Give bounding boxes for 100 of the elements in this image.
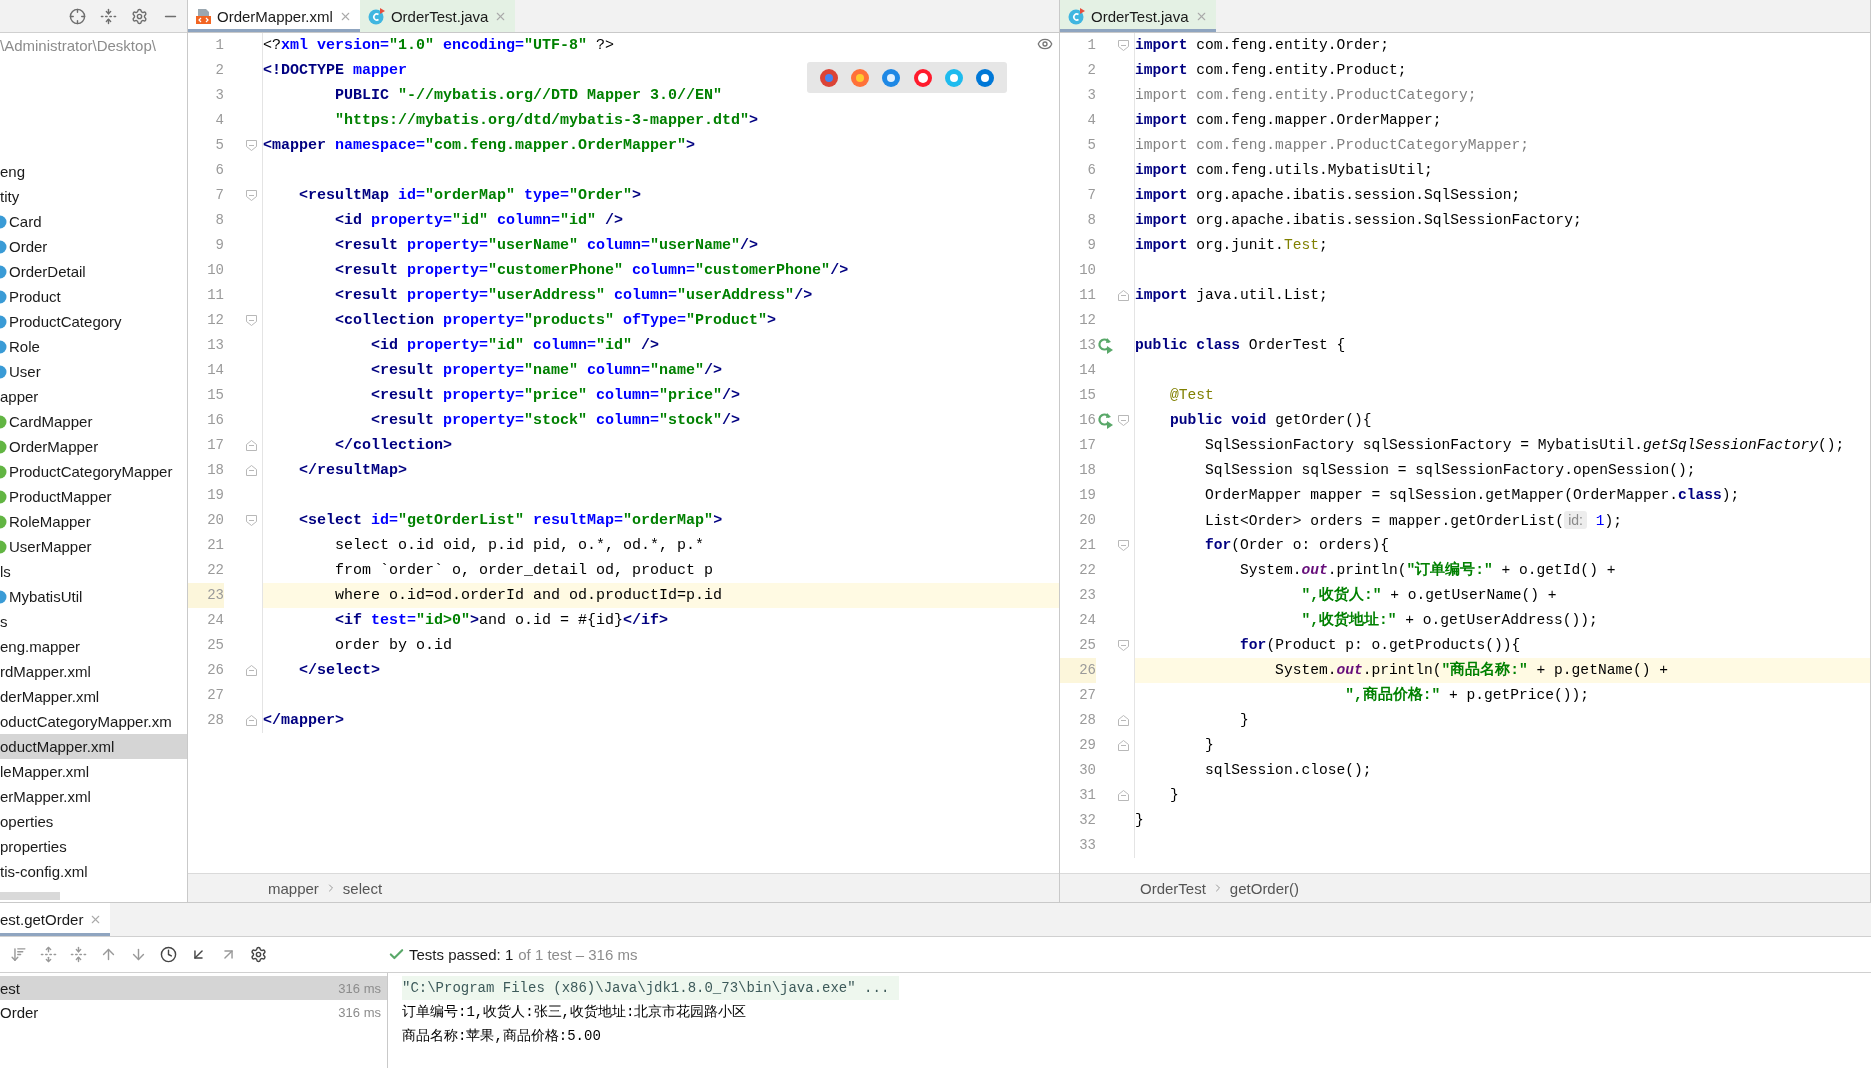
- class-icon: [0, 214, 7, 229]
- browser-icon[interactable]: [912, 67, 933, 88]
- tree-item[interactable]: eng.mapper: [0, 634, 187, 659]
- tree-item[interactable]: OrderMapper: [0, 434, 187, 459]
- settings-icon[interactable]: [250, 946, 267, 963]
- browser-icon[interactable]: [850, 67, 870, 88]
- test-duration: 316 ms: [338, 1004, 381, 1020]
- tree-item[interactable]: oductCategoryMapper.xm: [0, 709, 187, 734]
- breadcrumb[interactable]: mapper: [268, 879, 319, 897]
- line-number: 11: [1078, 286, 1096, 305]
- test-duration: 316 ms: [338, 980, 381, 996]
- test-class-icon: [367, 7, 385, 25]
- line-number: 23: [1078, 586, 1096, 605]
- fold-icon[interactable]: [246, 140, 257, 151]
- line-number: 7: [1086, 186, 1096, 205]
- tree-item[interactable]: OrderDetail: [0, 259, 187, 284]
- editor-tab[interactable]: OrderMapper.xml: [188, 0, 360, 32]
- up-arrow-icon[interactable]: [100, 946, 117, 963]
- tree-item[interactable]: CardMapper: [0, 409, 187, 434]
- collapse-icon[interactable]: [70, 946, 87, 963]
- line-number: 32: [1078, 811, 1096, 830]
- tree-item[interactable]: eng: [0, 159, 187, 184]
- fold-icon[interactable]: [1118, 740, 1129, 751]
- line-number: 12: [206, 311, 224, 330]
- run-icon[interactable]: [1097, 337, 1114, 354]
- fold-icon[interactable]: [1118, 640, 1129, 651]
- tree-item[interactable]: apper: [0, 384, 187, 409]
- tree-item[interactable]: User: [0, 359, 187, 384]
- fold-icon[interactable]: [246, 315, 257, 326]
- fold-icon[interactable]: [246, 440, 257, 451]
- fold-icon[interactable]: [1118, 40, 1129, 51]
- tree-item[interactable]: ProductCategory: [0, 309, 187, 334]
- breadcrumb[interactable]: getOrder(): [1229, 879, 1300, 897]
- browser-icon[interactable]: [975, 67, 996, 88]
- fold-icon[interactable]: [246, 515, 257, 526]
- sort-icon[interactable]: [10, 946, 27, 963]
- run-tab[interactable]: est.getOrder: [0, 903, 111, 936]
- code-line: <id property="id" column="id" />: [370, 336, 660, 356]
- line-number: 16: [1078, 411, 1096, 430]
- code-line: }: [1135, 811, 1144, 830]
- code-line: ",收货人:" + o.getUserName() +: [1300, 585, 1557, 605]
- tree-item[interactable]: UserMapper: [0, 534, 187, 559]
- tree-item[interactable]: Product: [0, 284, 187, 309]
- expand-icon[interactable]: [40, 946, 57, 963]
- fold-icon[interactable]: [1118, 790, 1129, 801]
- line-number: 21: [1078, 536, 1096, 555]
- interface-icon: [0, 514, 7, 529]
- tree-item[interactable]: erMapper.xml: [0, 784, 187, 809]
- tree-item[interactable]: rdMapper.xml: [0, 659, 187, 684]
- tree-item[interactable]: MybatisUtil: [0, 584, 187, 609]
- fold-icon[interactable]: [1118, 715, 1129, 726]
- test-row[interactable]: Order 316 ms: [0, 1000, 387, 1024]
- code-line: <collection property="products" ofType="Product">: [334, 311, 777, 331]
- locate-icon[interactable]: [69, 7, 86, 25]
- tree-item[interactable]: tis-config.xml: [0, 859, 187, 884]
- tree-item[interactable]: oductMapper.xml: [0, 734, 187, 759]
- eye-icon[interactable]: [1037, 36, 1053, 52]
- tree-item[interactable]: Order: [0, 234, 187, 259]
- tree-item[interactable]: derMapper.xml: [0, 684, 187, 709]
- tree-item[interactable]: ProductCategoryMapper: [0, 459, 187, 484]
- browser-icon[interactable]: [818, 67, 839, 88]
- tree-item[interactable]: s: [0, 609, 187, 634]
- tree-item[interactable]: tity: [0, 184, 187, 209]
- fold-icon[interactable]: [1118, 415, 1129, 426]
- fold-icon[interactable]: [246, 665, 257, 676]
- tree-item[interactable]: RoleMapper: [0, 509, 187, 534]
- tree-item[interactable]: leMapper.xml: [0, 759, 187, 784]
- tree-item[interactable]: ProductMapper: [0, 484, 187, 509]
- settings-icon[interactable]: [131, 7, 148, 25]
- down-arrow-icon[interactable]: [130, 946, 147, 963]
- fold-icon[interactable]: [246, 190, 257, 201]
- collapse-icon[interactable]: [100, 7, 117, 25]
- clock-icon[interactable]: [160, 946, 177, 963]
- browser-icon[interactable]: [881, 67, 902, 88]
- test-row[interactable]: est 316 ms: [0, 976, 387, 1000]
- code-line: import java.util.List;: [1135, 286, 1328, 305]
- line-number: 33: [1078, 836, 1096, 855]
- breadcrumb[interactable]: select: [342, 879, 383, 897]
- fold-icon[interactable]: [1118, 290, 1129, 301]
- line-number: 25: [1078, 636, 1096, 655]
- fold-icon[interactable]: [1118, 540, 1129, 551]
- breadcrumb[interactable]: OrderTest: [1140, 879, 1206, 897]
- code-line: <select id="getOrderList" resultMap="orderMap">: [298, 511, 723, 531]
- code-line: sqlSession.close();: [1204, 761, 1372, 780]
- editor-tab[interactable]: OrderTest.java: [1060, 0, 1216, 32]
- code-line: <?xml version="1.0" encoding="UTF-8" ?>: [263, 36, 615, 56]
- tree-item[interactable]: properties: [0, 834, 187, 859]
- tree-item[interactable]: operties: [0, 809, 187, 834]
- line-number: 2: [1086, 61, 1096, 80]
- code-line: from `order` o, order_detail od, product p: [334, 561, 714, 581]
- run-icon[interactable]: [1097, 412, 1114, 429]
- tree-item[interactable]: Card: [0, 209, 187, 234]
- class-icon: [0, 264, 7, 279]
- editor-tab[interactable]: OrderTest.java: [359, 0, 516, 32]
- tree-item[interactable]: Role: [0, 334, 187, 359]
- code-line: import com.feng.mapper.OrderMapper;: [1135, 111, 1442, 130]
- fold-icon[interactable]: [246, 465, 257, 476]
- fold-icon[interactable]: [246, 715, 257, 726]
- browser-icon[interactable]: [943, 67, 964, 88]
- tree-item[interactable]: ls: [0, 559, 187, 584]
